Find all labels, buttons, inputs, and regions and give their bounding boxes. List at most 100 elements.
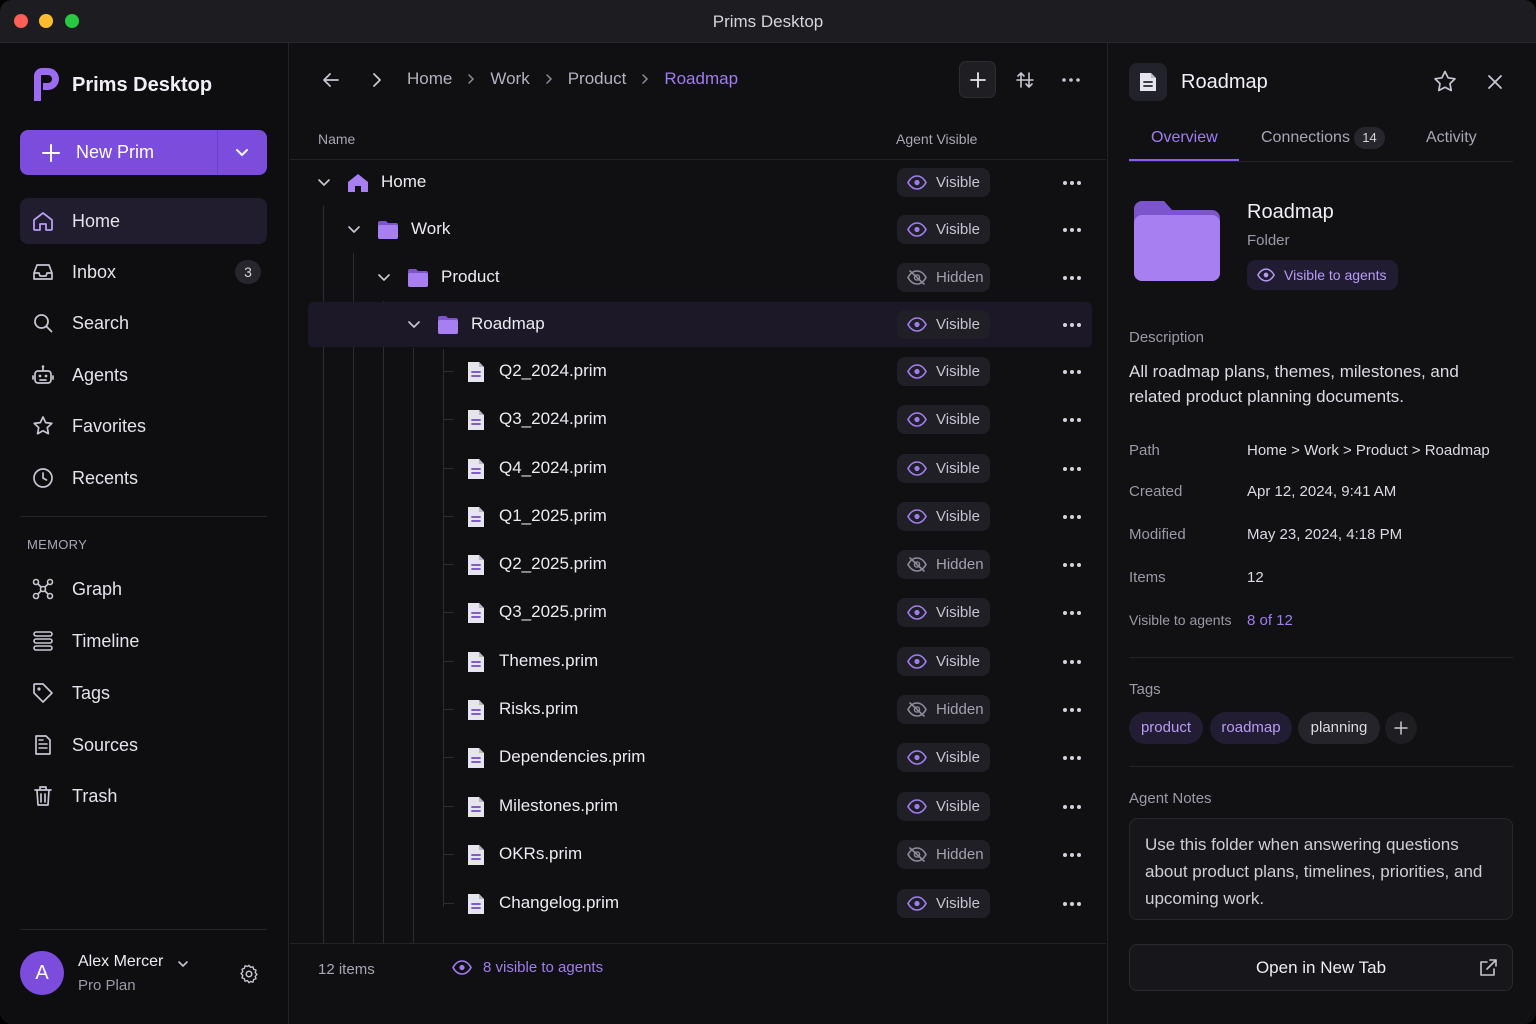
tab-connections[interactable]: Connections <box>1261 129 1350 147</box>
tree-connector <box>444 806 454 807</box>
breadcrumb-product[interactable]: Product <box>568 69 627 89</box>
visibility-chip[interactable]: Visible to agents <box>1247 260 1399 290</box>
more-options-icon[interactable] <box>1062 610 1082 616</box>
window-title: Prims Desktop <box>712 12 824 31</box>
sidebar-item-timeline[interactable]: Timeline <box>20 618 267 664</box>
chevron-down-icon[interactable] <box>376 269 392 285</box>
new-prim-button[interactable]: New Prim <box>20 130 267 175</box>
chevron-down-icon[interactable] <box>233 143 251 161</box>
breadcrumb-work[interactable]: Work <box>490 69 529 89</box>
chevron-down-icon[interactable] <box>406 316 422 332</box>
close-icon[interactable] <box>1485 72 1505 92</box>
column-header-agent-visible[interactable]: Agent Visible <box>896 131 977 147</box>
breadcrumb-home[interactable]: Home <box>407 69 452 89</box>
table-row[interactable]: Q3_2025.prim Visible <box>308 590 1092 635</box>
more-options-icon[interactable] <box>1062 755 1082 761</box>
visible-ratio-link[interactable]: 8 of 12 <box>1247 612 1293 629</box>
table-row[interactable]: Roadmap Visible <box>308 302 1092 347</box>
visibility-toggle[interactable]: Visible <box>897 310 990 339</box>
tree-connector <box>444 371 454 372</box>
chevron-down-icon[interactable] <box>316 174 332 190</box>
more-options-icon[interactable] <box>1062 804 1082 810</box>
tab-overview[interactable]: Overview <box>1151 129 1218 147</box>
table-row[interactable]: OKRs.prim Hidden <box>308 832 1092 877</box>
sidebar-item-sources[interactable]: Sources <box>20 722 267 768</box>
table-row[interactable]: Product Hidden <box>308 255 1092 300</box>
visibility-toggle[interactable]: Visible <box>897 454 990 483</box>
user-menu[interactable]: A Alex Mercer Pro Plan <box>20 951 270 1001</box>
visibility-toggle[interactable]: Visible <box>897 743 990 772</box>
tab-activity[interactable]: Activity <box>1426 129 1477 147</box>
visibility-toggle[interactable]: Hidden <box>897 695 990 724</box>
visibility-toggle[interactable]: Visible <box>897 598 990 627</box>
sidebar-item-search[interactable]: Search <box>20 300 267 346</box>
more-options-icon[interactable] <box>1062 322 1082 328</box>
inbox-icon <box>33 264 53 280</box>
table-row[interactable]: Work Visible <box>308 207 1092 252</box>
table-row[interactable]: Q4_2024.prim Visible <box>308 446 1092 491</box>
table-row[interactable]: Dependencies.prim Visible <box>308 735 1092 780</box>
table-row[interactable]: Themes.prim Visible <box>308 639 1092 684</box>
more-options-icon[interactable] <box>1062 275 1082 281</box>
more-options-icon[interactable] <box>1060 69 1082 91</box>
more-options-icon[interactable] <box>1062 227 1082 233</box>
visibility-toggle[interactable]: Visible <box>897 889 990 918</box>
star-icon[interactable] <box>1432 69 1458 95</box>
visibility-toggle[interactable]: Hidden <box>897 550 990 579</box>
more-options-icon[interactable] <box>1062 466 1082 472</box>
table-row[interactable]: Home Visible <box>308 160 1092 205</box>
agent-notes-text[interactable]: Use this folder when answering questions… <box>1129 818 1513 920</box>
breadcrumb-current[interactable]: Roadmap <box>664 69 738 89</box>
more-options-icon[interactable] <box>1062 514 1082 520</box>
visibility-toggle[interactable]: Hidden <box>897 263 990 292</box>
visibility-toggle[interactable]: Visible <box>897 357 990 386</box>
sidebar-item-agents[interactable]: Agents <box>20 352 267 398</box>
table-row[interactable]: Q1_2025.prim Visible <box>308 494 1092 539</box>
visibility-toggle[interactable]: Visible <box>897 647 990 676</box>
gear-icon[interactable] <box>238 963 260 985</box>
more-options-icon[interactable] <box>1062 417 1082 423</box>
more-options-icon[interactable] <box>1062 180 1082 186</box>
table-row[interactable]: Q3_2024.prim Visible <box>308 397 1092 442</box>
tag-chip[interactable]: planning <box>1298 712 1380 744</box>
document-icon <box>468 459 484 479</box>
visibility-toggle[interactable]: Visible <box>897 405 990 434</box>
more-options-icon[interactable] <box>1062 901 1082 907</box>
column-header-name[interactable]: Name <box>318 131 355 147</box>
visibility-toggle[interactable]: Visible <box>897 792 990 821</box>
add-button[interactable] <box>959 61 996 98</box>
sidebar-item-label: Trash <box>72 785 118 806</box>
chevron-down-icon[interactable] <box>346 221 362 237</box>
more-options-icon[interactable] <box>1062 562 1082 568</box>
more-options-icon[interactable] <box>1062 659 1082 665</box>
more-options-icon[interactable] <box>1062 852 1082 858</box>
table-row[interactable]: Changelog.prim Visible <box>308 881 1092 926</box>
sidebar-item-tags[interactable]: Tags <box>20 670 267 716</box>
more-options-icon[interactable] <box>1062 369 1082 375</box>
visible-count[interactable]: 8 visible to agents <box>452 959 603 976</box>
back-arrow-icon[interactable] <box>320 69 342 91</box>
sidebar-item-recents[interactable]: Recents <box>20 455 267 501</box>
sidebar-item-favorites[interactable]: Favorites <box>20 403 267 449</box>
more-options-icon[interactable] <box>1062 707 1082 713</box>
visibility-toggle[interactable]: Visible <box>897 502 990 531</box>
forward-chevron-icon[interactable] <box>366 69 388 91</box>
visibility-toggle[interactable]: Visible <box>897 215 990 244</box>
visibility-toggle[interactable]: Visible <box>897 168 990 197</box>
table-row[interactable]: Milestones.prim Visible <box>308 784 1092 829</box>
sidebar-item-inbox[interactable]: Inbox 3 <box>20 249 267 295</box>
add-tag-button[interactable] <box>1385 712 1417 744</box>
tag-chip[interactable]: product <box>1129 712 1203 744</box>
user-plan: Pro Plan <box>78 977 136 994</box>
sidebar-item-trash[interactable]: Trash <box>20 773 267 819</box>
table-row[interactable]: Risks.prim Hidden <box>308 687 1092 732</box>
sidebar-item-graph[interactable]: Graph <box>20 566 267 612</box>
table-row[interactable]: Q2_2025.prim Hidden <box>308 542 1092 587</box>
tree-connector <box>444 709 454 710</box>
open-in-new-tab-button[interactable]: Open in New Tab <box>1129 944 1513 991</box>
sort-icon[interactable] <box>1014 69 1036 91</box>
tag-chip[interactable]: roadmap <box>1210 712 1292 744</box>
visibility-toggle[interactable]: Hidden <box>897 840 990 869</box>
sidebar-item-home[interactable]: Home <box>20 198 267 244</box>
table-row[interactable]: Q2_2024.prim Visible <box>308 349 1092 394</box>
